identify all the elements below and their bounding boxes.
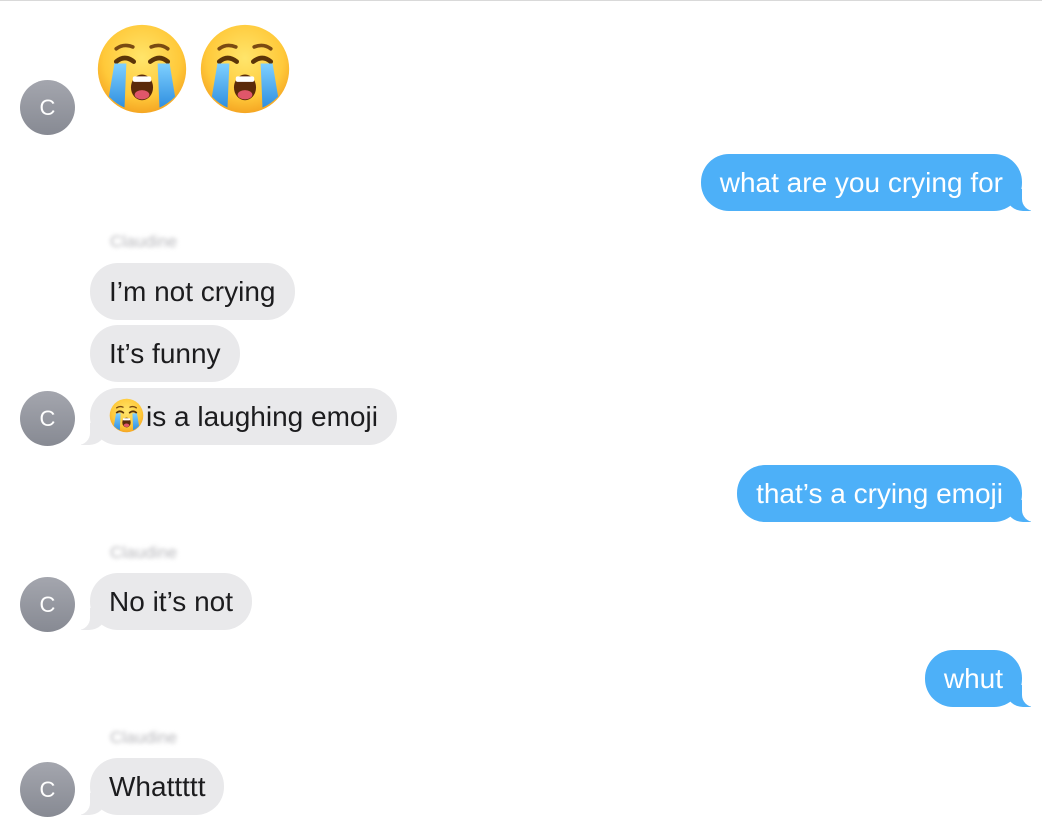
sender-name: Claudine <box>110 232 178 251</box>
incoming-message-bubble[interactable]: Whattttt <box>69 758 225 815</box>
message-text: whut <box>943 663 1003 694</box>
loudly-crying-face-icon <box>199 23 291 115</box>
message-text: what are you crying for <box>719 167 1003 198</box>
message-text: It’s funny <box>109 338 221 369</box>
message-thread: C what are you crying for Claudine I’m n… <box>0 0 1042 838</box>
loudly-crying-face-icon <box>109 398 144 433</box>
avatar[interactable]: C <box>20 80 75 135</box>
sender-name: Claudine <box>110 728 178 747</box>
incoming-message-bubble[interactable]: It’s funny <box>90 325 240 382</box>
message-text: No it’s not <box>109 586 233 617</box>
incoming-message-bubble[interactable]: I’m not crying <box>90 263 295 320</box>
avatar[interactable]: C <box>20 391 75 446</box>
message-text: is a laughing emoji <box>146 401 378 432</box>
loudly-crying-face-icon <box>96 23 188 115</box>
message-text: that’s a crying emoji <box>756 478 1003 509</box>
outgoing-message-bubble[interactable]: what are you crying for <box>700 154 1042 211</box>
outgoing-message-bubble[interactable]: whut <box>924 650 1042 707</box>
outgoing-message-bubble[interactable]: that’s a crying emoji <box>737 465 1042 522</box>
avatar[interactable]: C <box>20 762 75 817</box>
incoming-message-bubble[interactable]: is a laughing emoji <box>70 388 397 445</box>
sender-name: Claudine <box>110 543 178 562</box>
message-text: Whattttt <box>109 771 206 802</box>
incoming-message-bubble[interactable]: No it’s not <box>70 573 252 630</box>
message-text: I’m not crying <box>109 276 276 307</box>
avatar[interactable]: C <box>20 577 75 632</box>
